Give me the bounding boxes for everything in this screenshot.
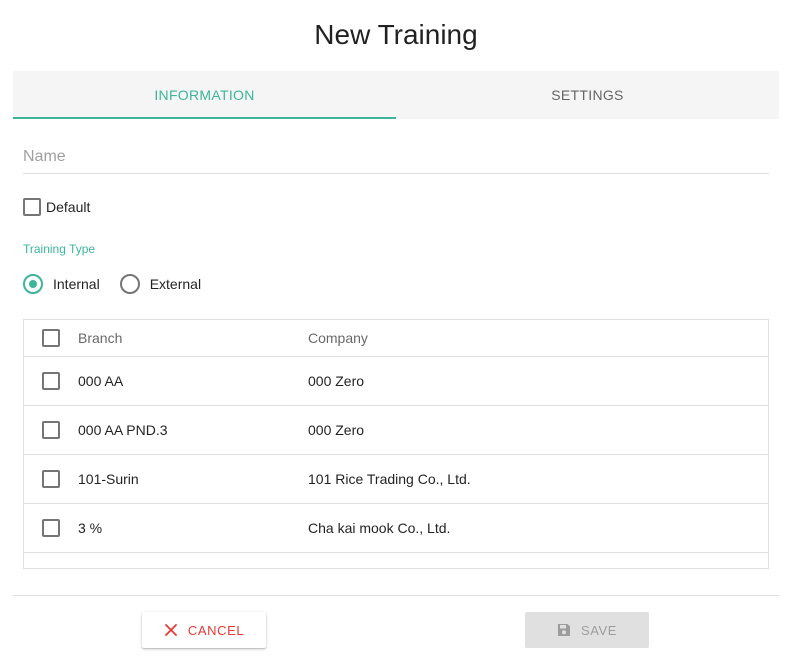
radio-external-label: External bbox=[149, 276, 202, 292]
radio-internal[interactable] bbox=[23, 274, 43, 294]
table-header-row: Branch Company bbox=[24, 320, 768, 357]
table-row[interactable]: 000 AA 000 Zero bbox=[24, 357, 768, 406]
row-checkbox[interactable] bbox=[42, 421, 60, 439]
row-checkbox[interactable] bbox=[42, 372, 60, 390]
tab-settings[interactable]: SETTINGS bbox=[396, 71, 779, 119]
table-row[interactable]: 000 AA PND.3 000 Zero bbox=[24, 406, 768, 455]
dialog-title: New Training bbox=[314, 19, 478, 50]
cancel-button[interactable]: CANCEL bbox=[142, 612, 266, 648]
save-button[interactable]: SAVE bbox=[525, 612, 649, 648]
cell-branch: 3 % bbox=[78, 520, 103, 536]
cancel-label: CANCEL bbox=[187, 622, 245, 638]
save-icon bbox=[557, 623, 571, 637]
close-icon bbox=[164, 623, 178, 637]
tab-information[interactable]: INFORMATION bbox=[13, 71, 396, 119]
save-label: SAVE bbox=[580, 622, 618, 638]
column-header-company[interactable]: Company bbox=[308, 330, 768, 346]
training-type-label: Training Type bbox=[23, 242, 96, 256]
default-checkbox-row[interactable]: Default bbox=[23, 198, 90, 216]
default-checkbox[interactable] bbox=[23, 198, 41, 216]
training-type-radio-group: Internal External bbox=[23, 274, 221, 294]
cell-company: Cha kai mook Co., Ltd. bbox=[308, 520, 451, 536]
name-field-container bbox=[23, 143, 769, 174]
tab-bar: INFORMATION SETTINGS bbox=[13, 71, 779, 119]
default-label: Default bbox=[46, 199, 91, 215]
row-checkbox[interactable] bbox=[42, 519, 60, 537]
cell-company: 101 Rice Trading Co., Ltd. bbox=[308, 471, 471, 487]
table-row[interactable]: 3 % Cha kai mook Co., Ltd. bbox=[24, 504, 768, 553]
radio-option-internal[interactable]: Internal bbox=[23, 274, 100, 294]
column-header-branch[interactable]: Branch bbox=[78, 330, 308, 346]
select-all-checkbox[interactable] bbox=[42, 329, 60, 347]
cell-company: 000 Zero bbox=[308, 422, 365, 438]
footer-divider bbox=[13, 595, 779, 596]
cell-branch: 000 AA PND.3 bbox=[78, 422, 168, 438]
cell-company: 000 Zero bbox=[308, 373, 365, 389]
table-row[interactable]: 101-Surin 101 Rice Trading Co., Ltd. bbox=[24, 455, 768, 504]
branch-table: Branch Company 000 AA 000 Zero 000 AA PN… bbox=[23, 319, 769, 569]
radio-option-external[interactable]: External bbox=[119, 274, 202, 294]
radio-external[interactable] bbox=[119, 274, 140, 294]
cell-branch: 000 AA bbox=[78, 373, 124, 389]
cell-branch: 101-Surin bbox=[78, 471, 139, 487]
name-input[interactable] bbox=[23, 143, 769, 171]
row-checkbox[interactable] bbox=[42, 470, 60, 488]
radio-internal-label: Internal bbox=[53, 276, 100, 292]
